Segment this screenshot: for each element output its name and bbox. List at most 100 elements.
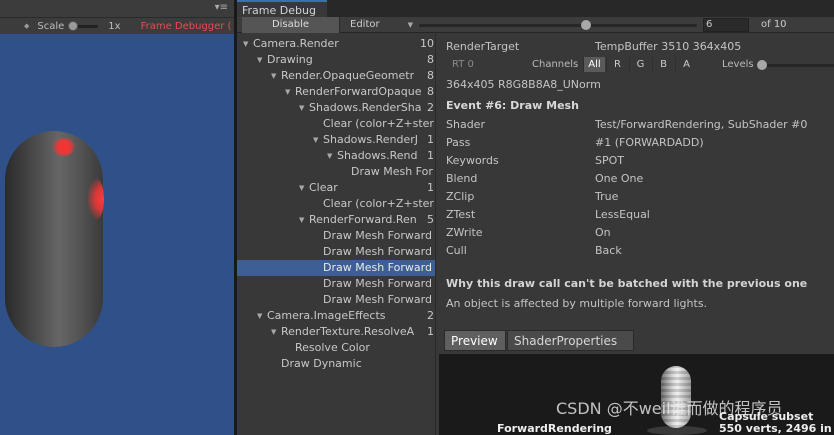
expand-triangle-icon[interactable]: ▼ bbox=[257, 308, 267, 324]
scale-slider-knob[interactable] bbox=[68, 20, 79, 31]
event-detail-panel: RenderTarget TempBuffer 3510 364x405 RT … bbox=[437, 34, 834, 435]
event-slider[interactable] bbox=[419, 20, 697, 30]
tree-item-count: 8 bbox=[427, 85, 434, 98]
channel-r-button[interactable]: R bbox=[606, 57, 628, 72]
property-key: Shader bbox=[446, 118, 485, 131]
property-value: LessEqual bbox=[595, 208, 650, 221]
levels-slider[interactable] bbox=[757, 60, 834, 70]
expand-triangle-icon[interactable]: ▼ bbox=[299, 180, 309, 196]
tree-item[interactable]: ▼ RenderForward.Ren 5 bbox=[237, 212, 435, 228]
channel-all-button[interactable]: All bbox=[583, 57, 605, 72]
expand-triangle-icon[interactable]: ▼ bbox=[299, 100, 309, 116]
tree-item-selected[interactable]: Draw Mesh Forward bbox=[237, 260, 435, 276]
channel-b-button[interactable]: B bbox=[652, 57, 674, 72]
property-row: Cull Back bbox=[446, 242, 834, 260]
property-key: Pass bbox=[446, 136, 471, 149]
property-row: Pass #1 (FORWARDADD) bbox=[446, 134, 834, 152]
game-view: ▾≡ ◆ Scale 1x Frame Debugger ( bbox=[0, 0, 234, 435]
channel-g-button[interactable]: G bbox=[629, 57, 651, 72]
tree-item-label: Draw Mesh Forward bbox=[323, 229, 432, 242]
event-index-field[interactable]: 6 bbox=[703, 18, 749, 32]
tree-item[interactable]: Clear (color+Z+ster bbox=[237, 116, 435, 132]
scale-label: Scale bbox=[37, 20, 65, 32]
expand-triangle-icon[interactable]: ▼ bbox=[313, 132, 323, 148]
property-key: ZTest bbox=[446, 208, 476, 221]
tree-item[interactable]: Resolve Color bbox=[237, 340, 435, 356]
property-value: #1 (FORWARDADD) bbox=[595, 136, 704, 149]
expand-triangle-icon[interactable]: ▼ bbox=[285, 84, 295, 100]
tree-item[interactable]: ▼ RenderTexture.ResolveA 1 bbox=[237, 324, 435, 340]
frame-debug-tabbar: Frame Debug bbox=[237, 0, 834, 17]
preview-tabs: Preview ShaderProperties bbox=[444, 330, 634, 351]
tree-item-count: 2 bbox=[427, 309, 434, 322]
property-row: Blend One One bbox=[446, 170, 834, 188]
tree-item[interactable]: ▼ Shadows.RenderSha 2 bbox=[237, 100, 435, 116]
tree-item-label: Camera.ImageEffects bbox=[267, 309, 386, 322]
expand-triangle-icon[interactable]: ▼ bbox=[327, 148, 337, 164]
tree-item-label: Draw Mesh Forward bbox=[323, 277, 432, 290]
tree-item[interactable]: Draw Dynamic bbox=[237, 356, 435, 372]
expand-triangle-icon[interactable]: ▼ bbox=[257, 52, 267, 68]
tree-item[interactable]: ▼ Render.OpaqueGeometr 8 bbox=[237, 68, 435, 84]
expand-triangle-icon[interactable]: ▼ bbox=[299, 212, 309, 228]
tree-item[interactable]: ▼ Shadows.Rend 1 bbox=[237, 148, 435, 164]
game-toolbar-top: ▾≡ bbox=[0, 0, 234, 16]
event-title: Event #6: Draw Mesh bbox=[446, 99, 579, 112]
tree-item[interactable]: Draw Mesh Forward bbox=[237, 228, 435, 244]
tree-item-label: Render.OpaqueGeometr bbox=[281, 69, 415, 82]
tree-item[interactable]: Draw Mesh For bbox=[237, 164, 435, 180]
tree-item-label: Draw Dynamic bbox=[281, 357, 362, 370]
property-row: ZClip True bbox=[446, 188, 834, 206]
property-row: Keywords SPOT bbox=[446, 152, 834, 170]
tree-item[interactable]: ▼ Shadows.RenderJ 1 bbox=[237, 132, 435, 148]
preview-shader-caption: ForwardRendering bbox=[497, 422, 612, 435]
tree-item-label: Clear (color+Z+ster bbox=[323, 117, 434, 130]
game-toolbar: ▾≡ ◆ Scale 1x Frame Debugger ( bbox=[0, 0, 234, 34]
property-row: ZWrite On bbox=[446, 224, 834, 242]
tree-item[interactable]: ▼ Clear 1 bbox=[237, 180, 435, 196]
frame-debugger-toggle[interactable]: Frame Debugger ( bbox=[141, 21, 232, 32]
tree-item-count: 1 bbox=[427, 133, 434, 146]
tree-item-label: RenderTexture.ResolveA bbox=[281, 325, 415, 338]
tab-preview[interactable]: Preview bbox=[444, 330, 506, 351]
levels-slider-knob[interactable] bbox=[757, 60, 767, 70]
rt-dropdown[interactable]: RT 0 bbox=[446, 57, 490, 72]
tree-item[interactable]: Draw Mesh Forward bbox=[237, 244, 435, 260]
tree-item-label: Draw Mesh For bbox=[351, 165, 433, 178]
frame-debug-tab[interactable]: Frame Debug bbox=[237, 0, 327, 17]
game-menu-icon[interactable]: ▾≡ bbox=[215, 2, 228, 13]
tree-item[interactable]: ▼ RenderForwardOpaque 8 bbox=[237, 84, 435, 100]
tree-item-label: Resolve Color bbox=[295, 341, 370, 354]
property-key: Keywords bbox=[446, 154, 499, 167]
render-target-controls: RT 0 Channels All R G B A Levels bbox=[437, 55, 834, 73]
tree-item[interactable]: Draw Mesh Forward bbox=[237, 292, 435, 308]
tree-item[interactable]: ▼ Drawing 8 bbox=[237, 52, 435, 68]
event-slider-knob[interactable] bbox=[580, 20, 591, 30]
scale-slider[interactable] bbox=[68, 20, 99, 31]
tree-item-label: RenderForward.Ren bbox=[309, 213, 417, 226]
scale-value: 1x bbox=[108, 20, 121, 32]
tree-item-label: Shadows.RenderJ bbox=[323, 133, 419, 146]
resolution-arrows-icon[interactable]: ◆ bbox=[24, 22, 29, 30]
editor-dropdown[interactable]: Editor ▼ bbox=[347, 17, 415, 33]
property-value: On bbox=[595, 226, 611, 239]
tab-shader-properties[interactable]: ShaderProperties bbox=[507, 330, 634, 351]
tree-item[interactable]: ▼ Camera.ImageEffects 2 bbox=[237, 308, 435, 324]
editor-dropdown-label: Editor bbox=[350, 19, 380, 30]
property-value: One One bbox=[595, 172, 644, 185]
tree-item-label: Clear (color+Z+ster bbox=[323, 197, 434, 210]
mesh-preview[interactable]: CSDN @不weil谁而做的程序员 ForwardRendering Caps… bbox=[439, 354, 834, 435]
expand-triangle-icon[interactable]: ▼ bbox=[243, 36, 253, 52]
expand-triangle-icon[interactable]: ▼ bbox=[271, 324, 281, 340]
tree-item[interactable]: Clear (color+Z+ster bbox=[237, 196, 435, 212]
render-target-row: RenderTarget TempBuffer 3510 364x405 bbox=[446, 38, 834, 56]
preview-mesh-stats: 550 verts, 2496 in bbox=[719, 422, 832, 435]
render-target-format: 364x405 R8G8B8A8_UNorm bbox=[446, 78, 601, 91]
disable-button[interactable]: Disable bbox=[242, 17, 340, 33]
tree-item[interactable]: ▼ Camera.Render 10 bbox=[237, 36, 435, 52]
property-row: Shader Test/ForwardRendering, SubShader #… bbox=[446, 116, 834, 134]
expand-triangle-icon[interactable]: ▼ bbox=[271, 68, 281, 84]
channel-a-button[interactable]: A bbox=[675, 57, 697, 72]
tree-item[interactable]: Draw Mesh Forward bbox=[237, 276, 435, 292]
tree-item-label: Shadows.RenderSha bbox=[309, 101, 422, 114]
